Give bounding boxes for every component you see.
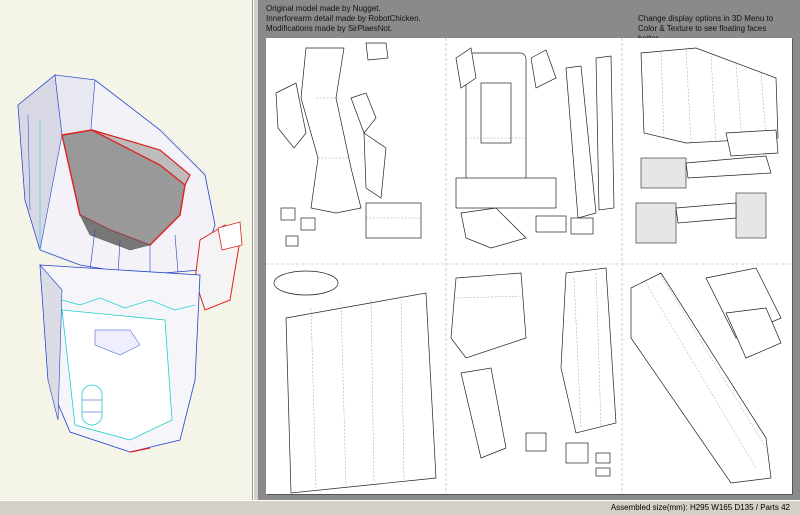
part-long-panel [560, 267, 617, 434]
part-wing [363, 132, 387, 199]
pattern-sheet[interactable] [266, 38, 792, 494]
part-textured-block [640, 157, 687, 189]
part-cover-plate [450, 272, 527, 359]
part-center-inner [480, 82, 512, 144]
part-chain-strip [595, 55, 615, 211]
assembled-size-text: Assembled size(mm): H295 W165 D135 / Par… [610, 503, 790, 512]
part-long-tab [685, 155, 772, 179]
3d-view-pane[interactable] [0, 0, 253, 500]
credit-line-3: Modifications made by SirPlaesNot. [266, 24, 393, 33]
part-group-page-5 [450, 267, 617, 477]
part-group-page-6 [630, 267, 782, 484]
part-group-page-2 [455, 47, 615, 249]
part-curved-blade [460, 367, 507, 459]
part-textured-block [735, 192, 767, 239]
status-bar: Assembled size(mm): H295 W165 D135 / Par… [0, 500, 800, 515]
hint-line-1: Change display options in 3D Menu to [638, 14, 774, 23]
credit-line-1: Original model made by Nugget. [266, 4, 381, 13]
part-fan-panel [640, 47, 779, 144]
part-long-strip [300, 47, 362, 214]
part-curved-fin [460, 207, 527, 249]
part-small-tab [565, 442, 589, 464]
part-spine-strip [565, 65, 597, 219]
part-group-page-4 [273, 270, 437, 494]
credits-text: Original model made by Nugget. Innerfore… [266, 4, 421, 34]
part-small-tab [280, 207, 296, 221]
part-group-page-1 [275, 42, 422, 247]
part-small-tab [595, 452, 611, 464]
part-gear-piece [530, 49, 557, 89]
part-large-fan [285, 292, 437, 494]
part-small-box [570, 217, 594, 235]
part-lower-band [455, 177, 557, 209]
part-small-tab [365, 42, 389, 61]
part-box-net [365, 202, 422, 239]
part-wing [350, 92, 377, 134]
part-bar [675, 202, 737, 224]
part-strip [725, 129, 779, 157]
part-small-tab [595, 467, 611, 477]
3d-model-render[interactable] [0, 0, 252, 500]
part-small-box [535, 215, 567, 233]
credit-line-2: Innerforearm detail made by RobotChicken… [266, 14, 421, 23]
part-group-page-3 [635, 47, 779, 244]
part-small-tab [285, 235, 299, 247]
part-oval-ring [273, 270, 339, 296]
unfolded-parts-svg[interactable] [266, 38, 792, 494]
part-small-tab [525, 432, 547, 452]
part-small-tab [300, 217, 316, 231]
part-textured-block [635, 202, 677, 244]
2d-pattern-pane[interactable]: Original model made by Nugget. Innerfore… [258, 0, 800, 500]
